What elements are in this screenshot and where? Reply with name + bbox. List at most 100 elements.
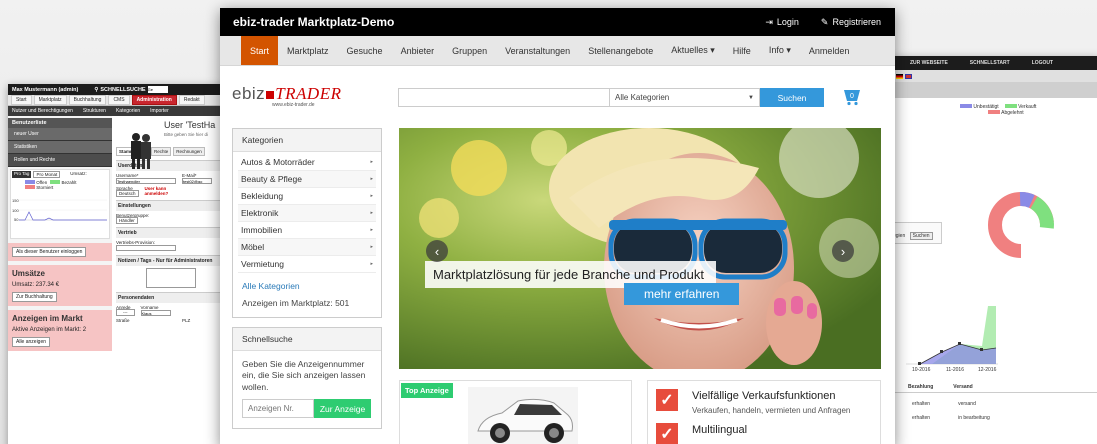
admin-tab-buchhaltung[interactable]: Buchhaltung (68, 95, 107, 105)
nav-veranstaltungen[interactable]: Veranstaltungen (496, 36, 579, 65)
table-row[interactable]: erhalten versand (888, 393, 1097, 407)
commission-row: Vertriebs-Provision: (116, 240, 226, 251)
cell-shipping: versand (958, 401, 976, 407)
flag-en-icon[interactable] (905, 73, 912, 79)
admin-search-input[interactable] (147, 86, 168, 93)
top-bar: ebiz-trader Marktplatz-Demo ⇥ Login ✎ Regi… (220, 8, 895, 36)
chevron-right-icon: ▸ (370, 176, 373, 182)
login-as-button[interactable]: Als dieser Benutzer einloggen (12, 247, 87, 257)
go-to-ad-button[interactable]: Zur Anzeige (314, 399, 371, 419)
admin-body: Benutzerliste neuer User Statistiken Rol… (8, 116, 230, 351)
username-input[interactable] (116, 178, 176, 184)
admin-window: Max Mustermann (admin) ⚲ SCHNELLSUCHE St… (8, 84, 230, 444)
email-input[interactable] (182, 178, 212, 184)
cart-icon[interactable]: 0 (842, 84, 862, 106)
admin-tab-cms[interactable]: CMS (108, 95, 130, 105)
nav-start[interactable]: Start (241, 36, 279, 65)
chevron-right-icon: ▸ (370, 159, 373, 165)
col-shipping: Versand (953, 384, 973, 390)
subnav-users[interactable]: Nutzer und Berechtigungen (12, 108, 73, 114)
col-payment: Bezahlung (908, 384, 934, 390)
language-flags (888, 70, 1097, 82)
nav-anmelden[interactable]: Anmelden (800, 36, 859, 65)
nav-anbieter[interactable]: Anbieter (392, 36, 444, 65)
category-item[interactable]: Vermietung ▸ (238, 256, 376, 273)
chevron-right-icon: ▸ (370, 210, 373, 216)
nav-info[interactable]: Info ▾ (760, 36, 800, 65)
category-item[interactable]: Autos & Motorräder ▸ (238, 154, 376, 171)
admin-sidebar: Benutzerliste neuer User Statistiken Rol… (8, 116, 112, 351)
nav-marktplatz[interactable]: Marktplatz (278, 36, 338, 65)
sidebar-item-statistics[interactable]: Statistiken (8, 141, 112, 154)
nav-aktuelles[interactable]: Aktuelles ▾ (662, 36, 724, 65)
logout-link[interactable]: LOGOUT (1032, 60, 1053, 66)
category-item[interactable]: Elektronik ▸ (238, 205, 376, 222)
flag-de-icon[interactable] (896, 73, 903, 79)
firstname-input[interactable] (140, 310, 171, 316)
user-title: User 'TestHa (164, 120, 216, 130)
admin-quicksearch[interactable]: ⚲ SCHNELLSUCHE (94, 86, 168, 93)
category-item[interactable]: Bekleidung ▸ (238, 188, 376, 205)
slider-next-icon[interactable]: › (832, 240, 854, 262)
login-warning: User kann anmelden? (144, 186, 169, 196)
nav-gesuche[interactable]: Gesuche (338, 36, 392, 65)
category-item[interactable]: Immobilien ▸ (238, 222, 376, 239)
search-bar: Alle Kategorien ▼ Suchen (398, 88, 824, 107)
nav-gruppen[interactable]: Gruppen (443, 36, 496, 65)
chart-tab-month[interactable]: Pro Monat (33, 171, 61, 178)
legend-rejected: Abgelehnt (888, 110, 1097, 116)
admin-tab-start[interactable]: Start (11, 95, 32, 105)
chevron-right-icon: ▸ (370, 227, 373, 233)
to-website-link[interactable]: ZUR WEBSEITE (910, 60, 948, 66)
ad-number-input[interactable] (242, 399, 314, 419)
nav-stellenangebote[interactable]: Stellenangebote (579, 36, 662, 65)
learn-more-button[interactable]: mehr erfahren (624, 283, 740, 305)
axis-tick-1: 10-2016 (912, 367, 931, 372)
commission-input[interactable] (116, 245, 176, 251)
subnav-structures[interactable]: Strukturen (83, 108, 106, 114)
category-item[interactable]: Möbel ▸ (238, 239, 376, 256)
group-select[interactable]: Händler (116, 217, 138, 224)
logo-text-b: TRADER (275, 84, 342, 103)
login-link[interactable]: ⇥ Login (765, 17, 799, 28)
section-settings: Einstellungen (116, 200, 226, 211)
feature-text: Verkaufen, handeln, vermieten und Anfrag… (692, 406, 851, 415)
content: Kategorien Autos & Motorräder ▸ Beauty & … (220, 128, 895, 444)
quicksearch-row: Zur Anzeige (233, 399, 381, 428)
search-input[interactable] (398, 88, 610, 107)
quickstart-link[interactable]: SCHNELLSTART (970, 60, 1010, 66)
chart-title: Umsatz: (70, 171, 87, 176)
section-personal: Personendaten (116, 292, 226, 303)
user-tab-invoices[interactable]: Rechnungen (173, 147, 205, 156)
nav-hilfe[interactable]: Hilfe (724, 36, 760, 65)
show-all-button[interactable]: Alle anzeigen (12, 337, 51, 347)
header: ebiz TRADER www.ebiz-trader.de Alle Kateg… (220, 66, 895, 128)
search-button[interactable]: Suchen (760, 88, 824, 107)
top-ad-badge: Top Anzeige (401, 383, 453, 398)
admin-subnav: Nutzer und Berechtigungen Strukturen Kat… (8, 106, 230, 116)
sales-title: Umsätze (12, 269, 45, 278)
admin-tab-redakt[interactable]: Redakt (178, 95, 205, 105)
admin-tab-marktplatz[interactable]: Marktplatz (33, 95, 67, 105)
admin-tab-administration[interactable]: Administration (131, 95, 177, 105)
register-link[interactable]: ✎ Registrieren (821, 17, 881, 28)
subnav-importer[interactable]: Importer (150, 108, 169, 114)
language-select[interactable]: Deutsch (116, 190, 139, 197)
all-categories-link[interactable]: Alle Kategorien (233, 275, 381, 291)
logo[interactable]: ebiz TRADER www.ebiz-trader.de (232, 84, 341, 108)
chart-tab-day[interactable]: Pro Tag (12, 171, 32, 178)
table-row[interactable]: erhalten in bearbeitung (888, 407, 1097, 421)
sidebar-item-roles[interactable]: Rollen und Rechte (8, 154, 112, 167)
notes-textarea[interactable] (146, 268, 196, 288)
features-box: ✓ Vielfällige Verkaufsfunktionen Verkaufe… (647, 380, 881, 444)
category-select[interactable]: Alle Kategorien ▼ (610, 88, 760, 107)
dashboard-search-button[interactable]: Suchen (909, 232, 933, 240)
category-item[interactable]: Beauty & Pflege ▸ (238, 171, 376, 188)
left-column: Kategorien Autos & Motorräder ▸ Beauty & … (232, 128, 382, 444)
salutation-select[interactable]: --- (116, 309, 135, 316)
sidebar-item-new-user[interactable]: neuer User (8, 128, 112, 141)
slider-prev-icon[interactable]: ‹ (426, 240, 448, 262)
subnav-categories[interactable]: Kategorien (116, 108, 140, 114)
top-ad-card[interactable]: Top Anzeige (399, 380, 632, 444)
to-accounting-button[interactable]: Zur Buchhaltung (12, 292, 57, 302)
